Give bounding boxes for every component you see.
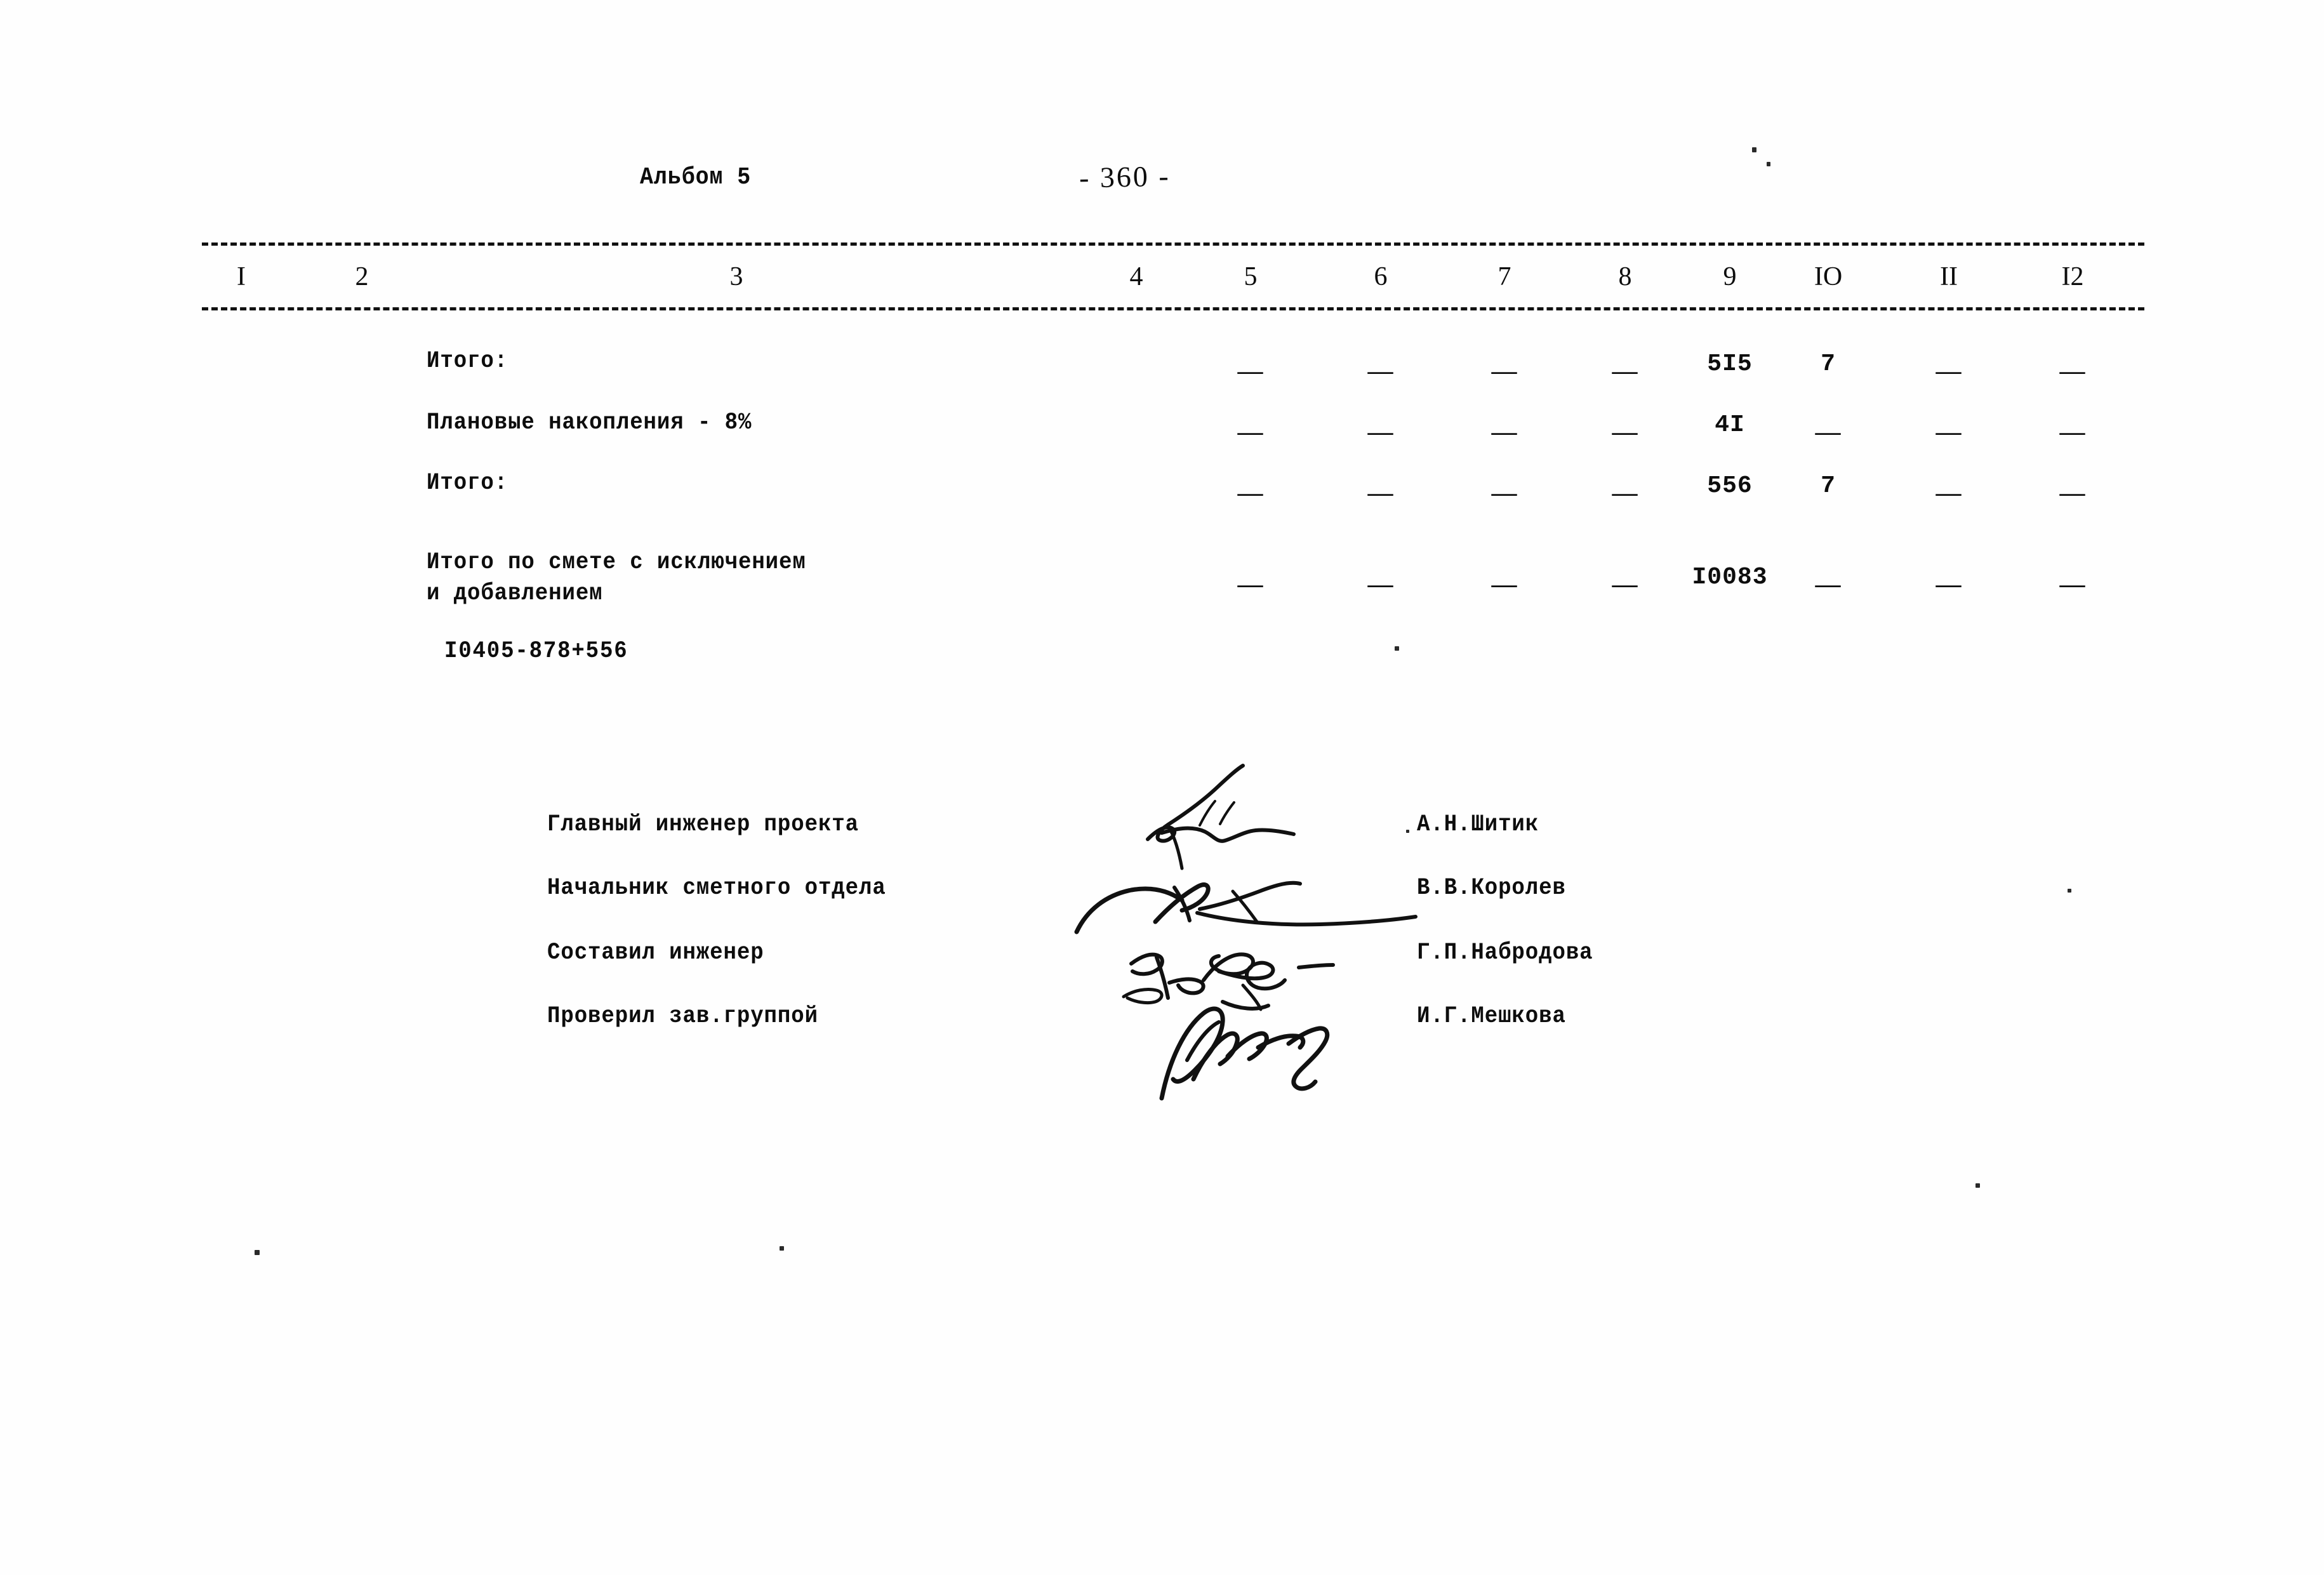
document-page: Альбом 5 - 360 - I 2 3 4 5 6 7 8 9 IO II I2 Итого: —…: [0, 0, 2324, 1575]
signature-role-label: Проверил зав.группой: [547, 1003, 818, 1030]
table-cell-value: 5I5: [1707, 350, 1753, 378]
scan-speck: [1975, 1183, 1980, 1188]
table-cell-empty-dash: —: [1936, 356, 1962, 385]
table-cell-empty-dash: —: [1612, 356, 1638, 385]
signature-role-label: Начальник сметного отдела: [547, 875, 886, 901]
table-cell-empty-dash: —: [2059, 356, 2086, 385]
table-cell-empty-dash: —: [1936, 569, 1962, 598]
table-cell-value: I0083: [1692, 564, 1768, 591]
signature-name: В.В.Королев: [1417, 875, 1566, 901]
table-cell-empty-dash: —: [1237, 478, 1264, 507]
table-cell-value: 7: [1821, 472, 1836, 500]
table-cell-empty-dash: —: [1367, 478, 1394, 507]
table-cell-empty-dash: —: [1491, 478, 1518, 507]
table-row-label-line1: Итого по смете с исключением: [427, 549, 806, 576]
scan-speck: [1767, 162, 1770, 166]
table-body: Итого: — — — — 5I5 7 — — Плановые накопления - 8%…: [0, 0, 2324, 698]
signature-name: И.Г.Мешкова: [1417, 1003, 1566, 1030]
scan-speck: [2068, 889, 2071, 893]
table-cell-empty-dash: —: [1815, 569, 1842, 598]
table-cell-empty-dash: —: [1367, 569, 1394, 598]
signature-name: А.Н.Шитик: [1417, 811, 1539, 838]
table-cell-empty-dash: —: [1491, 356, 1518, 385]
table-cell-empty-dash: —: [1612, 569, 1638, 598]
signature-role-label: Составил инженер: [547, 940, 764, 966]
scan-speck: [255, 1250, 260, 1255]
signature-block: Главный инженер проекта А.Н.Шитик Начальни…: [0, 799, 2324, 1103]
scan-speck: [1395, 646, 1399, 651]
table-row-label: Итого по смете с исключением и добавление…: [427, 547, 806, 609]
calculation-line: I0405-878+556: [444, 638, 628, 665]
table-row-label: Плановые накопления - 8%: [427, 409, 752, 436]
table-cell-value: 4I: [1715, 411, 1745, 439]
table-row-label: Итого:: [427, 470, 508, 496]
table-cell-value: 556: [1707, 472, 1753, 500]
table-cell-empty-dash: —: [1815, 417, 1842, 446]
table-cell-empty-dash: —: [1612, 478, 1638, 507]
table-row-label-line1: Итого:: [427, 348, 508, 375]
table-cell-empty-dash: —: [1237, 417, 1264, 446]
table-row-label-line1: Итого:: [427, 470, 508, 496]
scan-speck: [1406, 830, 1409, 833]
table-row-label-line2: и добавлением: [427, 580, 603, 607]
table-cell-empty-dash: —: [1936, 417, 1962, 446]
table-cell-empty-dash: —: [2059, 569, 2086, 598]
table-row-label-line1: Плановые накопления - 8%: [427, 409, 752, 436]
table-row-label: Итого:: [427, 348, 508, 375]
signature-name: Г.П.Набродова: [1417, 940, 1593, 966]
signature-role-label: Главный инженер проекта: [547, 811, 859, 838]
table-cell-empty-dash: —: [2059, 478, 2086, 507]
table-cell-empty-dash: —: [1367, 417, 1394, 446]
scan-speck: [1752, 147, 1756, 152]
table-cell-empty-dash: —: [1237, 569, 1264, 598]
table-cell-empty-dash: —: [1367, 356, 1394, 385]
table-cell-empty-dash: —: [2059, 417, 2086, 446]
table-cell-empty-dash: —: [1237, 356, 1264, 385]
table-cell-empty-dash: —: [1936, 478, 1962, 507]
table-cell-value: 7: [1821, 350, 1836, 378]
table-cell-empty-dash: —: [1491, 569, 1518, 598]
table-cell-empty-dash: —: [1612, 417, 1638, 446]
table-cell-empty-dash: —: [1491, 417, 1518, 446]
scan-speck: [780, 1246, 784, 1251]
